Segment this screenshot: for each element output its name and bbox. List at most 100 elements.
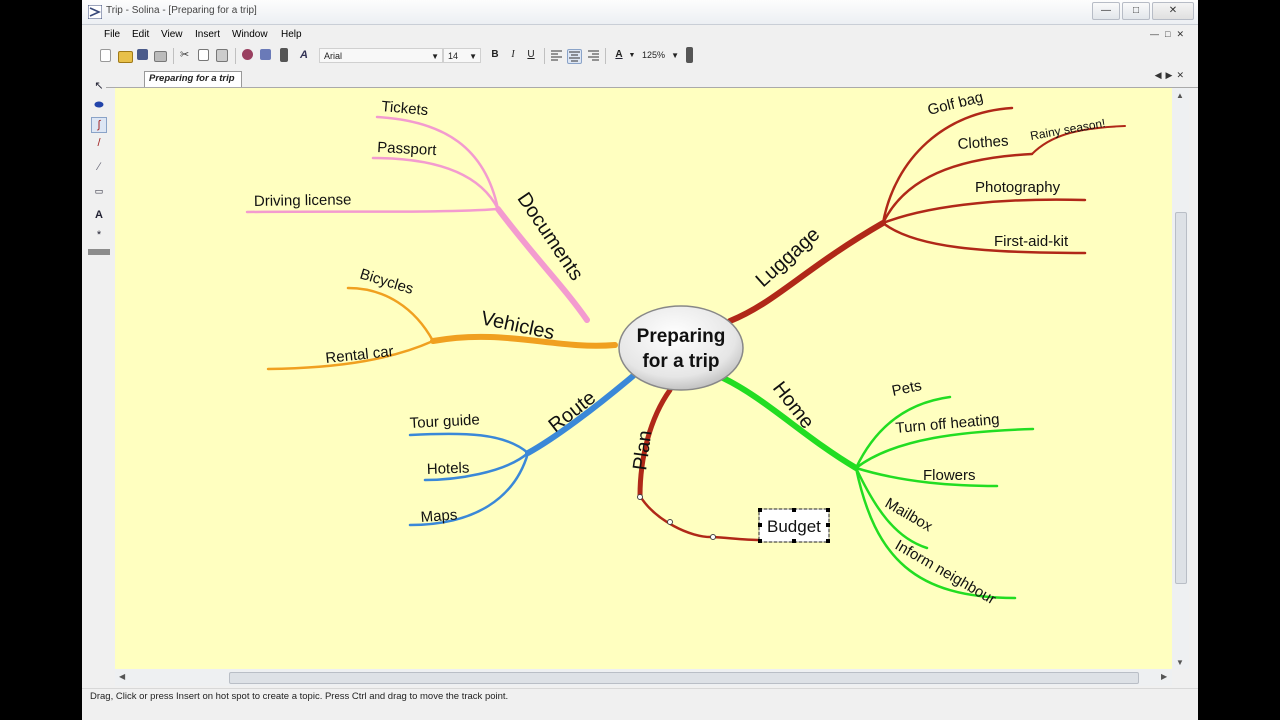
selection-handle[interactable] [792, 539, 796, 543]
topic-first-aid-kit[interactable]: First-aid-kit [994, 233, 1069, 250]
close-button[interactable]: ✕ [1152, 2, 1194, 20]
toolbar-separator [173, 48, 174, 64]
chevron-down-icon[interactable]: ▼ [625, 52, 639, 59]
maximize-button[interactable]: □ [1122, 2, 1150, 20]
zoom-select[interactable]: 125% ▼ [638, 48, 682, 63]
italic-button[interactable]: I [506, 49, 520, 60]
font-style-icon[interactable]: A [300, 49, 313, 62]
insert-image-icon[interactable] [260, 49, 271, 60]
topic-inform-neighbour[interactable]: Inform neighbour [892, 537, 999, 608]
mdi-controls[interactable]: —□✕ [1150, 29, 1190, 40]
ellipse-tool-icon[interactable]: ⬬ [92, 98, 106, 112]
topic-rainy-season[interactable]: Rainy season! [1029, 116, 1106, 143]
underline-button[interactable]: U [524, 49, 538, 60]
menu-window[interactable]: Window [232, 29, 268, 40]
document-tab-row: Preparing for a trip ◀▶✕ [106, 69, 1198, 88]
selection-handle[interactable] [758, 523, 762, 527]
branch-luggage[interactable]: Luggage Golf bag Clothes Rainy season! P… [727, 89, 1126, 324]
image-tool-icon[interactable]: ▭ [92, 184, 106, 198]
child-line-turn-off-heating [854, 427, 1035, 470]
scroll-up-icon[interactable]: ▲ [1176, 91, 1184, 100]
star-tool-icon[interactable]: * [92, 228, 106, 242]
status-bar: Drag, Click or press Insert on hot spot … [82, 688, 1198, 707]
branch-label-plan[interactable]: Plan [629, 429, 656, 472]
scroll-right-icon[interactable]: ▶ [1161, 672, 1167, 681]
central-topic-line1: Preparing [637, 326, 726, 347]
branch-documents[interactable]: Documents Tickets Passport Driving licen… [245, 98, 590, 323]
paste-icon[interactable] [216, 49, 228, 62]
branch-label-luggage[interactable]: Luggage [752, 223, 825, 291]
topic-style-icon[interactable] [242, 49, 253, 60]
save-icon[interactable] [137, 49, 148, 60]
topic-photography[interactable]: Photography [975, 179, 1061, 196]
selection-handle[interactable] [826, 523, 830, 527]
topic-clothes[interactable]: Clothes [957, 132, 1009, 153]
tab-label: Preparing for a trip [149, 73, 235, 84]
topic-tickets[interactable]: Tickets [381, 98, 429, 119]
title-bar[interactable]: Trip - Solina - [Preparing for a trip] —… [82, 0, 1198, 25]
align-center-icon[interactable] [567, 49, 582, 64]
track-point[interactable] [710, 534, 716, 540]
font-color-button[interactable]: A [612, 49, 626, 60]
copy-icon[interactable] [198, 49, 209, 61]
branch-vehicles[interactable]: Vehicles Bicycles Rental car [266, 266, 618, 371]
menu-edit[interactable]: Edit [132, 29, 149, 40]
horizontal-scroll-thumb[interactable] [229, 672, 1139, 684]
minimize-button[interactable]: — [1092, 2, 1120, 20]
selection-handle[interactable] [758, 539, 762, 543]
scroll-left-icon[interactable]: ◀ [119, 672, 125, 681]
central-topic[interactable]: Preparing for a trip [618, 305, 744, 391]
menu-file[interactable]: File [104, 29, 120, 40]
selection-handle[interactable] [758, 508, 762, 512]
topic-turn-off-heating[interactable]: Turn off heating [895, 411, 1000, 437]
menu-view[interactable]: View [161, 29, 183, 40]
scroll-down-icon[interactable]: ▼ [1176, 658, 1184, 667]
select-arrow-icon[interactable]: ↖ [92, 79, 106, 93]
font-size-select[interactable]: 14 ▼ [443, 48, 481, 63]
align-right-icon[interactable] [587, 49, 600, 62]
topic-pets[interactable]: Pets [890, 377, 923, 400]
track-point[interactable] [667, 519, 673, 525]
topic-driving-license[interactable]: Driving license [254, 191, 352, 210]
vertical-scroll-thumb[interactable] [1175, 212, 1187, 584]
menu-insert[interactable]: Insert [195, 29, 220, 40]
toolbar-separator [544, 48, 545, 64]
toolbar-grip-icon[interactable] [280, 48, 288, 62]
tab-navigation[interactable]: ◀▶✕ [1155, 70, 1188, 81]
topic-budget[interactable]: Budget [767, 517, 821, 536]
child-line-inform-neighbour [854, 466, 1017, 600]
topic-rental-car[interactable]: Rental car [325, 343, 395, 367]
topic-hotels[interactable]: Hotels [427, 460, 470, 478]
track-point[interactable] [637, 494, 643, 500]
pen-tool-icon[interactable]: / [92, 136, 106, 150]
branch-route[interactable]: Route Tour guide Hotels Maps [408, 373, 636, 527]
topic-tour-guide[interactable]: Tour guide [409, 411, 480, 432]
toolbar: ✂ A Arial ▼ 14 ▼ B I U A ▼ 125% ▼ [82, 45, 1198, 67]
branch-home[interactable]: Home Pets Turn off heating Flowers Mailb… [720, 375, 1035, 608]
vertical-scrollbar[interactable]: ▲ ▼ [1172, 88, 1189, 669]
font-name-select[interactable]: Arial ▼ [319, 48, 443, 63]
new-file-icon[interactable] [100, 49, 111, 62]
toolbar-grip-icon[interactable] [686, 47, 693, 63]
topic-mailbox[interactable]: Mailbox [882, 495, 936, 536]
bold-button[interactable]: B [488, 49, 502, 60]
mindmap-svg[interactable]: Documents Tickets Passport Driving licen… [115, 88, 1172, 669]
align-left-icon[interactable] [550, 49, 563, 62]
menu-help[interactable]: Help [281, 29, 302, 40]
topic-bicycles[interactable]: Bicycles [358, 266, 416, 298]
tab-preparing-for-a-trip[interactable]: Preparing for a trip [144, 71, 242, 87]
horizontal-scrollbar[interactable]: ◀ ▶ [115, 669, 1172, 686]
selection-handle[interactable] [792, 508, 796, 512]
topic-flowers[interactable]: Flowers [923, 467, 976, 484]
curve-tool-icon[interactable]: ∫ [91, 117, 107, 133]
print-icon[interactable] [154, 51, 167, 62]
topic-maps[interactable]: Maps [420, 506, 458, 526]
cut-icon[interactable]: ✂ [180, 49, 193, 62]
topic-passport[interactable]: Passport [377, 139, 438, 159]
line-tool-icon[interactable]: ∕ [92, 160, 106, 174]
text-tool-icon[interactable]: A [92, 208, 106, 222]
open-folder-icon[interactable] [118, 51, 133, 63]
selection-handle[interactable] [826, 508, 830, 512]
mindmap-canvas[interactable]: Documents Tickets Passport Driving licen… [115, 88, 1172, 669]
selection-handle[interactable] [826, 539, 830, 543]
